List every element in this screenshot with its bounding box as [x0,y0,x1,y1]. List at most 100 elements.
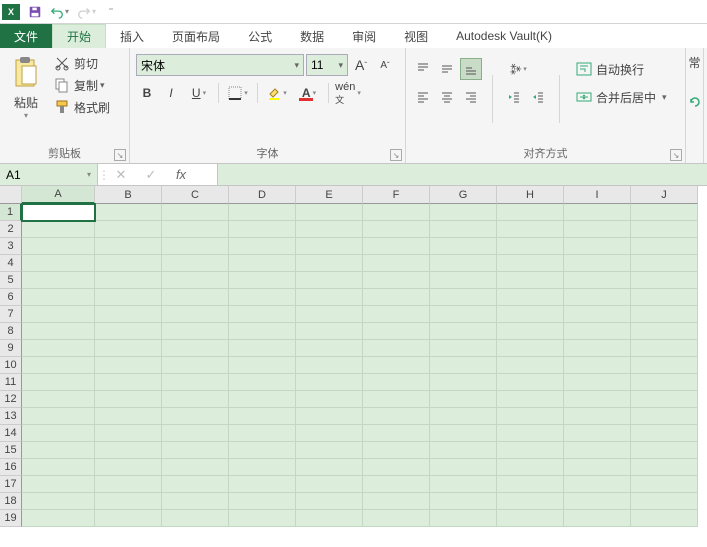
font-launcher[interactable]: ↘ [390,149,402,161]
bold-button[interactable]: B [136,82,158,104]
cell[interactable] [95,272,162,289]
cell[interactable] [22,357,95,374]
cell[interactable] [95,238,162,255]
row-header[interactable]: 16 [0,459,22,476]
align-right-button[interactable] [460,86,482,108]
cell[interactable] [363,238,430,255]
cell[interactable] [564,272,631,289]
cell[interactable] [95,391,162,408]
cell[interactable] [162,272,229,289]
cell[interactable] [564,323,631,340]
cell[interactable] [22,510,95,527]
cell[interactable] [229,493,296,510]
row-header[interactable]: 4 [0,255,22,272]
cell[interactable] [497,323,564,340]
cell[interactable] [363,204,430,221]
wrap-text-button[interactable]: 自动换行 [570,58,673,80]
cell[interactable] [430,374,497,391]
cell[interactable] [363,357,430,374]
cell[interactable] [95,476,162,493]
cell[interactable] [430,238,497,255]
cell[interactable] [564,306,631,323]
column-header[interactable]: F [363,186,430,204]
row-header[interactable]: 18 [0,493,22,510]
cell[interactable] [564,357,631,374]
column-header[interactable]: H [497,186,564,204]
cell[interactable] [631,510,698,527]
cell[interactable] [497,493,564,510]
cell[interactable] [296,289,363,306]
cell[interactable] [229,425,296,442]
cell[interactable] [631,408,698,425]
cell[interactable] [162,221,229,238]
fill-color-button[interactable]: ▾ [262,82,292,104]
cell[interactable] [564,289,631,306]
cancel-formula-button[interactable]: ✕ [106,167,136,183]
shrink-font-button[interactable]: Aˇ [374,54,396,76]
cell[interactable] [363,289,430,306]
cell[interactable] [95,459,162,476]
cell[interactable] [95,357,162,374]
undo-dropdown[interactable]: ▾ [65,7,69,16]
cell[interactable] [229,374,296,391]
cell[interactable] [497,357,564,374]
cell[interactable] [296,442,363,459]
cell[interactable] [22,272,95,289]
increase-indent-button[interactable] [527,86,549,108]
cell[interactable] [296,425,363,442]
cell[interactable] [229,459,296,476]
align-center-button[interactable] [436,86,458,108]
tab-page-layout[interactable]: 页面布局 [158,24,234,48]
cell[interactable] [162,510,229,527]
cell[interactable] [564,476,631,493]
cell[interactable] [497,306,564,323]
cell[interactable] [564,459,631,476]
cell[interactable] [22,391,95,408]
cell[interactable] [631,306,698,323]
cell[interactable] [564,374,631,391]
cell[interactable] [22,442,95,459]
underline-button[interactable]: U▾ [184,82,214,104]
cell[interactable] [430,289,497,306]
cell[interactable] [162,493,229,510]
cell[interactable] [430,476,497,493]
cell[interactable] [631,357,698,374]
cell[interactable] [363,408,430,425]
cell[interactable] [631,476,698,493]
cell[interactable] [95,493,162,510]
tab-insert[interactable]: 插入 [106,24,158,48]
column-header[interactable]: C [162,186,229,204]
cell[interactable] [564,510,631,527]
column-header[interactable]: I [564,186,631,204]
cell[interactable] [162,391,229,408]
cell[interactable] [162,340,229,357]
cell[interactable] [363,459,430,476]
row-header[interactable]: 14 [0,425,22,442]
cell[interactable] [95,255,162,272]
cell[interactable] [497,289,564,306]
column-header[interactable]: B [95,186,162,204]
cell[interactable] [162,374,229,391]
cell[interactable] [229,510,296,527]
cell[interactable] [162,459,229,476]
cell[interactable] [95,408,162,425]
italic-button[interactable]: I [160,82,182,104]
row-header[interactable]: 1 [0,204,22,221]
font-color-button[interactable]: A▾ [294,82,324,104]
cell[interactable] [22,255,95,272]
borders-button[interactable]: ▾ [223,82,253,104]
cell[interactable] [363,323,430,340]
cell[interactable] [22,476,95,493]
cell[interactable] [95,340,162,357]
cell[interactable] [229,442,296,459]
enter-formula-button[interactable]: ✓ [136,167,166,183]
cell[interactable] [497,238,564,255]
cell[interactable] [631,425,698,442]
align-left-button[interactable] [412,86,434,108]
cut-button[interactable]: 剪切 [50,52,114,74]
column-header[interactable]: E [296,186,363,204]
cell[interactable] [229,204,296,221]
align-bottom-button[interactable] [460,58,482,80]
cell[interactable] [363,476,430,493]
cell[interactable] [229,221,296,238]
